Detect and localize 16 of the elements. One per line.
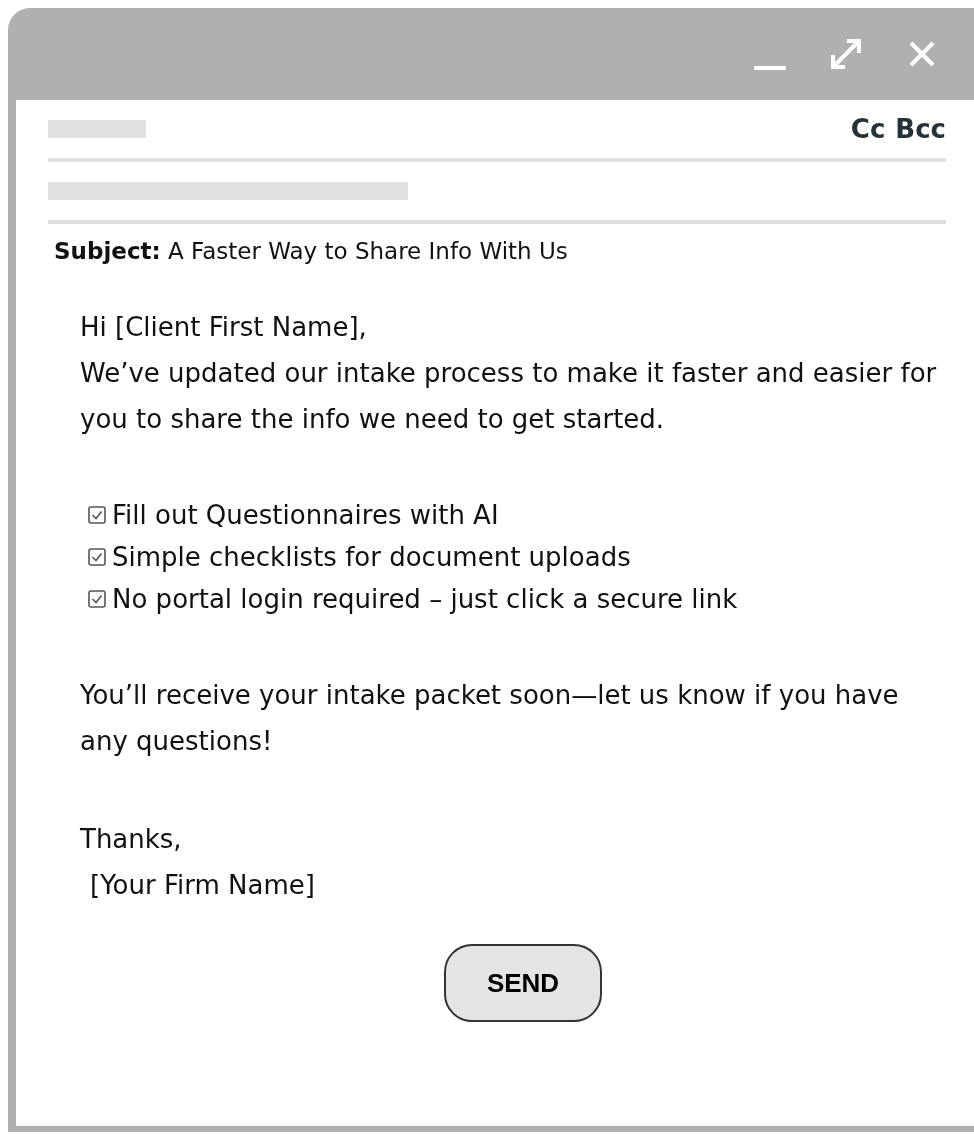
- checklist-item: Fill out Questionnaires with AI: [112, 499, 499, 532]
- checklist-item: No portal login required – just click a secure link: [112, 583, 738, 616]
- intro-paragraph: We’ve updated our intake process to make it faster and easier for you to share the info we need to get started.: [80, 357, 938, 436]
- expand-icon: [829, 37, 863, 71]
- sign-off: Thanks,: [80, 823, 183, 856]
- subject-line: Subject: A Faster Way to Share Info With Us: [54, 238, 569, 264]
- send-button[interactable]: SEND: [444, 944, 602, 1022]
- close-icon: [908, 40, 936, 68]
- closing-paragraph: You’ll receive your intake packet soon—let us know if you have any questions!: [80, 679, 900, 758]
- signature: [Your Firm Name]: [89, 869, 316, 902]
- cc-link[interactable]: Cc: [850, 114, 886, 144]
- greeting: Hi [Client First Name],: [80, 311, 368, 344]
- checklist-item: Simple checklists for document uploads: [112, 541, 631, 574]
- bcc-link[interactable]: Bcc: [895, 114, 946, 144]
- maximize-button[interactable]: [828, 36, 864, 72]
- minimize-icon: [753, 66, 787, 70]
